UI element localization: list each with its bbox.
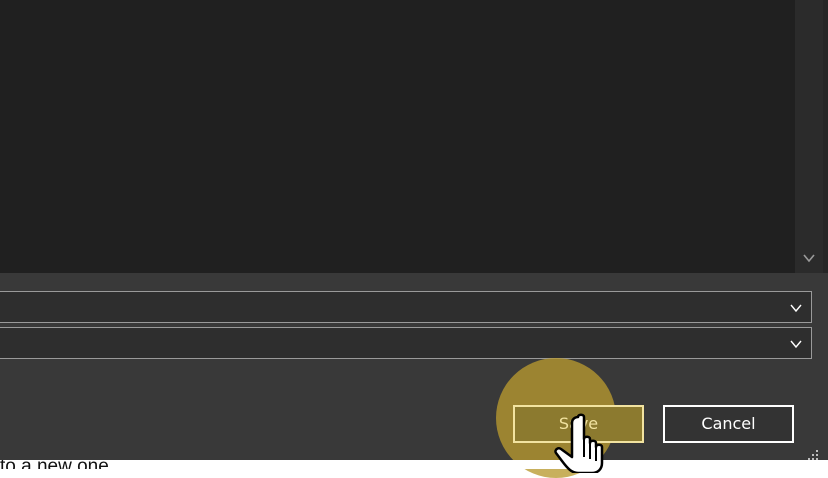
file-type-dropdown[interactable]	[0, 327, 812, 359]
background-document: to a new one	[0, 460, 828, 469]
save-button[interactable]: Save	[513, 405, 644, 443]
vertical-scrollbar[interactable]	[795, 0, 823, 273]
chevron-down-icon[interactable]	[789, 301, 803, 315]
scroll-down-chevron-icon[interactable]	[802, 251, 816, 265]
file-name-dropdown[interactable]	[0, 291, 812, 323]
file-list[interactable]	[0, 0, 795, 273]
cancel-button[interactable]: Cancel	[663, 405, 794, 443]
background-text: to a new one	[0, 460, 109, 469]
chevron-down-icon[interactable]	[789, 337, 803, 351]
window-edge	[823, 0, 828, 273]
save-dialog: Save Cancel	[0, 0, 828, 478]
